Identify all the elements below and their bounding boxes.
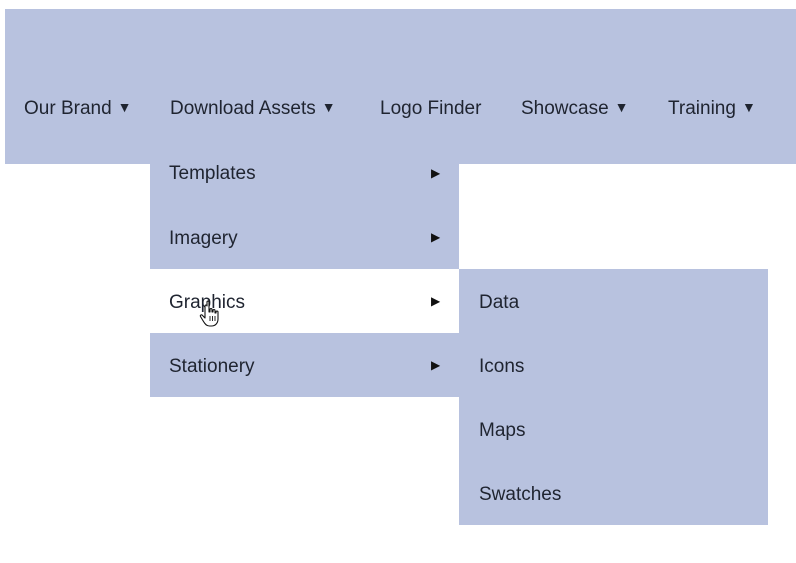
menu-item-stationery[interactable]: Stationery	[169, 356, 255, 378]
nav-label: Training	[668, 98, 736, 119]
submenu-item-swatches[interactable]: Swatches	[479, 484, 561, 506]
submenu-item-icons[interactable]: Icons	[479, 356, 524, 378]
nav-showcase[interactable]: Showcase ▼	[521, 98, 629, 120]
nav-our-brand[interactable]: Our Brand ▼	[24, 98, 132, 120]
menu-item-label: Stationery	[169, 356, 255, 377]
submenu-item-maps[interactable]: Maps	[479, 420, 525, 442]
submenu-item-label: Maps	[479, 420, 526, 441]
top-navigation-bar	[5, 9, 796, 164]
download-assets-dropdown: Templates ▶ Imagery ▶ Graphics ▶ Station…	[150, 164, 459, 397]
menu-item-label: Graphics	[169, 292, 246, 313]
nav-label: Logo Finder	[380, 98, 482, 119]
caret-down-icon: ▼	[321, 99, 336, 115]
caret-down-icon: ▼	[117, 99, 132, 115]
graphics-submenu: Data Icons Maps Swatches	[459, 269, 768, 525]
nav-training[interactable]: Training ▼	[668, 98, 756, 120]
menu-item-graphics[interactable]: Graphics	[169, 292, 245, 314]
nav-download-assets[interactable]: Download Assets ▼	[170, 98, 336, 120]
menu-item-label: Imagery	[169, 228, 238, 249]
caret-right-icon: ▶	[431, 230, 441, 244]
nav-label: Download Assets	[170, 98, 316, 119]
nav-label: Showcase	[521, 98, 609, 119]
caret-right-icon: ▶	[431, 294, 441, 308]
nav-logo-finder[interactable]: Logo Finder	[380, 98, 481, 120]
caret-down-icon: ▼	[741, 99, 756, 115]
submenu-item-label: Data	[479, 292, 520, 313]
menu-item-label: Templates	[169, 163, 256, 184]
caret-down-icon: ▼	[614, 99, 629, 115]
submenu-item-label: Swatches	[479, 484, 562, 505]
nav-label: Our Brand	[24, 98, 112, 119]
submenu-item-data[interactable]: Data	[479, 292, 519, 314]
caret-right-icon: ▶	[431, 166, 441, 180]
caret-right-icon: ▶	[431, 358, 441, 372]
menu-item-imagery[interactable]: Imagery	[169, 228, 238, 250]
submenu-item-label: Icons	[479, 356, 525, 377]
